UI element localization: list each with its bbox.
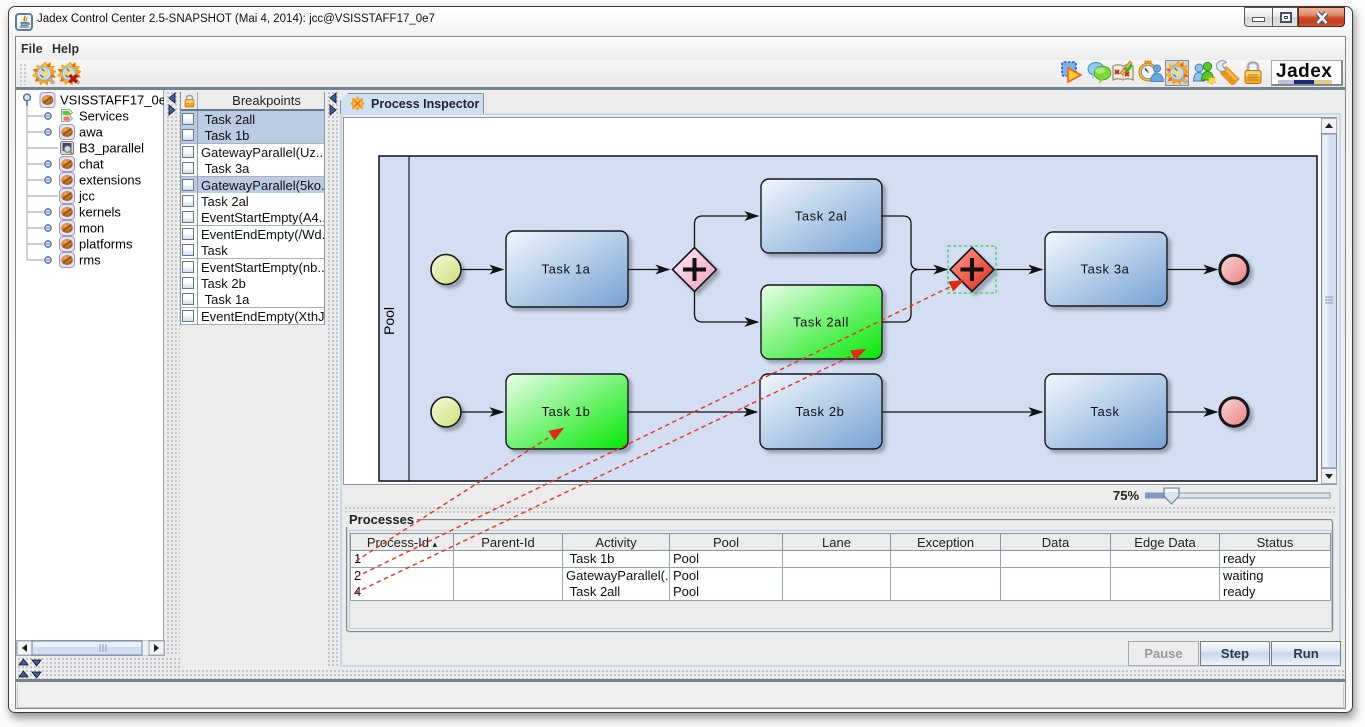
svg-text:Task 2al: Task 2al — [795, 209, 848, 224]
svg-text:platforms: platforms — [79, 237, 133, 252]
svg-text:Task: Task — [1090, 404, 1119, 419]
svg-text:Pool: Pool — [381, 307, 397, 335]
svg-text:extensions: extensions — [79, 173, 142, 188]
svg-text:chat: chat — [79, 157, 104, 172]
svg-text:awa: awa — [79, 125, 104, 140]
svg-text:Task 1b: Task 1b — [541, 404, 590, 419]
svg-text:VSISSTAFF17_0e7: VSISSTAFF17_0e7 — [60, 93, 164, 108]
svg-text:B3_parallel: B3_parallel — [79, 141, 144, 156]
svg-text:jcc: jcc — [78, 189, 95, 204]
svg-text:Task 1a: Task 1a — [541, 262, 590, 277]
svg-text:rms: rms — [79, 253, 101, 268]
svg-text:Task 2all: Task 2all — [793, 315, 849, 330]
svg-text:Task 2b: Task 2b — [795, 404, 844, 419]
svg-text:Services: Services — [79, 109, 129, 124]
svg-text:mon: mon — [79, 221, 104, 236]
svg-text:kernels: kernels — [79, 205, 121, 220]
svg-text:Task 3a: Task 3a — [1080, 262, 1129, 277]
